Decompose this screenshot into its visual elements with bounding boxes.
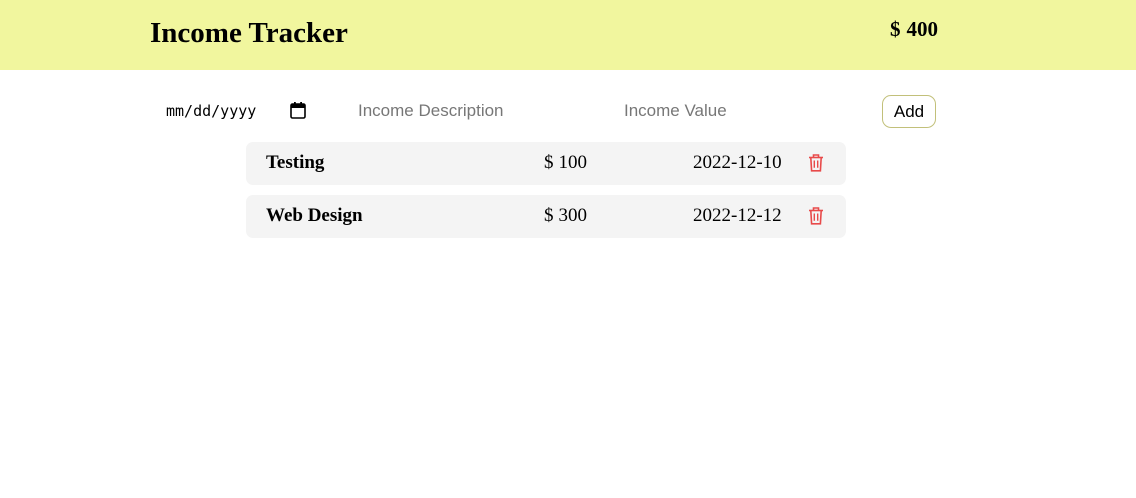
income-item: Web Design $300 2022-12-12 <box>246 195 846 238</box>
income-amount: 300 <box>558 205 588 226</box>
total-currency: $ <box>890 17 901 41</box>
date-placeholder: mm/dd/yyyy <box>166 102 257 120</box>
income-value-input[interactable] <box>624 100 824 122</box>
add-button[interactable]: Add <box>882 95 936 128</box>
total-income: $400 <box>890 16 938 42</box>
income-item: Testing $100 2022-12-10 <box>246 142 846 185</box>
income-currency: $ <box>544 152 554 173</box>
income-date: 2022-12-12 <box>693 205 782 226</box>
income-date: 2022-12-10 <box>693 152 782 173</box>
income-value: $300 <box>544 205 587 227</box>
calendar-icon[interactable] <box>290 102 306 119</box>
total-value: 400 <box>906 17 939 41</box>
income-amount: 100 <box>558 152 588 173</box>
income-value: $100 <box>544 152 587 174</box>
income-list: Testing $100 2022-12-10 Web Design $300 … <box>246 142 846 248</box>
income-description-input[interactable] <box>358 100 588 122</box>
trash-icon[interactable] <box>808 207 824 225</box>
header: Income Tracker $400 <box>0 0 1136 70</box>
app-title: Income Tracker <box>150 17 348 49</box>
date-input[interactable]: mm/dd/yyyy <box>166 100 311 122</box>
trash-icon[interactable] <box>808 154 824 172</box>
income-description: Testing <box>266 152 325 173</box>
income-description: Web Design <box>266 205 363 226</box>
income-currency: $ <box>544 205 554 226</box>
income-form: mm/dd/yyyy Add <box>0 90 1136 134</box>
